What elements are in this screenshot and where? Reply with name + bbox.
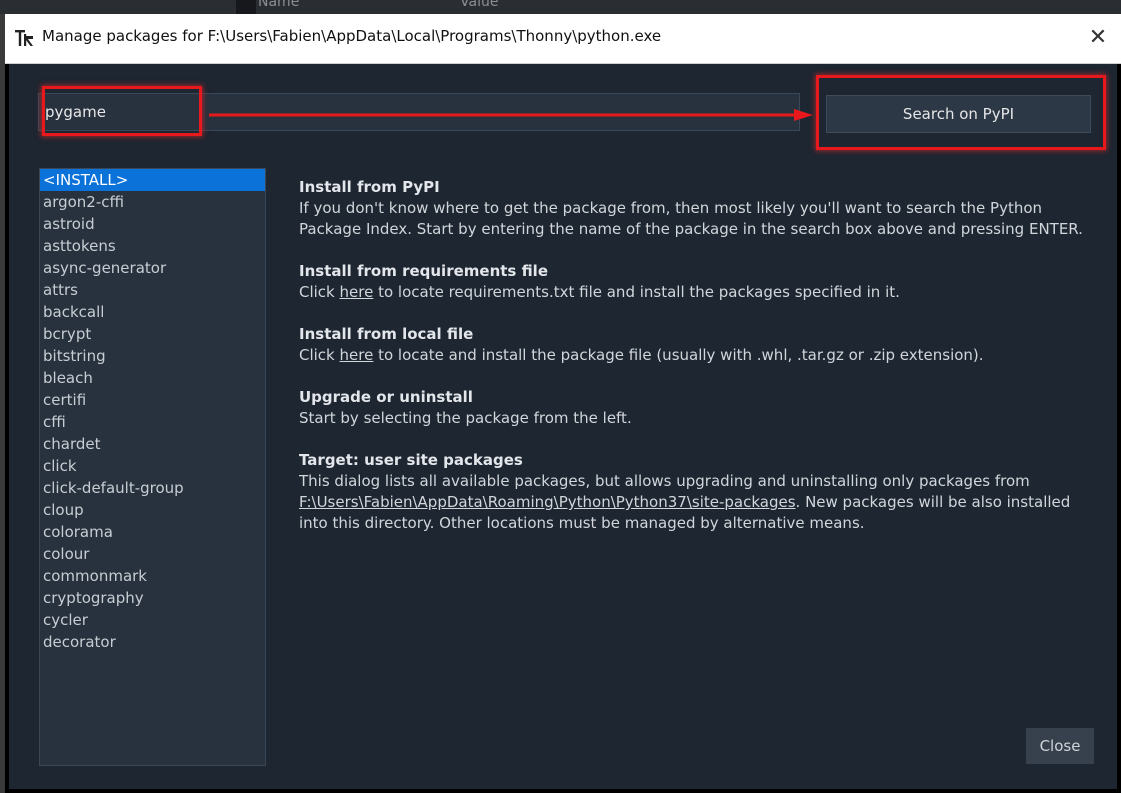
- package-list-item[interactable]: cycler: [40, 609, 265, 631]
- section-body: Click here to locate and install the pac…: [299, 346, 984, 364]
- thonny-logo-icon: [15, 30, 33, 46]
- package-list-item[interactable]: async-generator: [40, 257, 265, 279]
- package-list-item[interactable]: asttokens: [40, 235, 265, 257]
- package-list-item[interactable]: astroid: [40, 213, 265, 235]
- package-list-item[interactable]: chardet: [40, 433, 265, 455]
- section-body: Start by selecting the package from the …: [299, 409, 632, 427]
- package-list-item[interactable]: cloup: [40, 499, 265, 521]
- close-button[interactable]: Close: [1026, 728, 1094, 764]
- package-list-item[interactable]: backcall: [40, 301, 265, 323]
- section-install-local: Install from local file Click here to lo…: [299, 324, 1099, 366]
- package-list-item[interactable]: bitstring: [40, 345, 265, 367]
- annotation-highlight-button: [816, 75, 1106, 150]
- section-title: Target: user site packages: [299, 451, 523, 469]
- section-title: Install from local file: [299, 325, 474, 343]
- package-list-item[interactable]: argon2-cffi: [40, 191, 265, 213]
- close-icon[interactable]: ✕: [1080, 20, 1116, 56]
- background-window-strip: Name Value: [0, 0, 1121, 14]
- section-body: This dialog lists all available packages…: [299, 472, 1071, 532]
- package-list-item[interactable]: commonmark: [40, 565, 265, 587]
- annotation-highlight-search: [42, 86, 202, 136]
- package-list-item[interactable]: cffi: [40, 411, 265, 433]
- section-upgrade-uninstall: Upgrade or uninstall Start by selecting …: [299, 387, 1099, 429]
- package-list-item[interactable]: decorator: [40, 631, 265, 653]
- section-title: Install from PyPI: [299, 178, 440, 196]
- section-body: If you don't know where to get the packa…: [299, 199, 1083, 238]
- package-list-item[interactable]: certifi: [40, 389, 265, 411]
- local-file-here-link[interactable]: here: [340, 346, 374, 364]
- package-list-item[interactable]: click-default-group: [40, 477, 265, 499]
- section-install-pypi: Install from PyPI If you don't know wher…: [299, 177, 1099, 240]
- section-target: Target: user site packages This dialog l…: [299, 450, 1099, 534]
- background-col-name: Name: [258, 0, 300, 10]
- package-list-item[interactable]: <INSTALL>: [40, 169, 265, 191]
- package-list-item[interactable]: cryptography: [40, 587, 265, 609]
- package-list-item[interactable]: colour: [40, 543, 265, 565]
- package-list-item[interactable]: bleach: [40, 367, 265, 389]
- site-packages-link[interactable]: F:\Users\Fabien\AppData\Roaming\Python\P…: [299, 493, 796, 511]
- info-panel: Install from PyPI If you don't know wher…: [299, 177, 1099, 555]
- package-list-item[interactable]: attrs: [40, 279, 265, 301]
- section-title: Upgrade or uninstall: [299, 388, 473, 406]
- background-col-value: Value: [460, 0, 499, 10]
- title-bar[interactable]: Manage packages for F:\Users\Fabien\AppD…: [5, 14, 1121, 64]
- section-body: Click here to locate requirements.txt fi…: [299, 283, 900, 301]
- window-title: Manage packages for F:\Users\Fabien\AppD…: [42, 27, 662, 45]
- package-list[interactable]: <INSTALL> argon2-cffi astroid asttokens asyn…: [39, 168, 266, 766]
- package-list-item[interactable]: colorama: [40, 521, 265, 543]
- manage-packages-window: Manage packages for F:\Users\Fabien\AppD…: [5, 14, 1121, 793]
- dialog-body: Search on PyPI <INSTALL>argon2-cffiastro…: [9, 64, 1117, 789]
- package-list-item[interactable]: bcrypt: [40, 323, 265, 345]
- requirements-here-link[interactable]: here: [340, 283, 374, 301]
- section-install-requirements: Install from requirements file Click her…: [299, 261, 1099, 303]
- section-title: Install from requirements file: [299, 262, 549, 280]
- package-list-item[interactable]: click: [40, 455, 265, 477]
- annotation-arrow: [209, 109, 813, 121]
